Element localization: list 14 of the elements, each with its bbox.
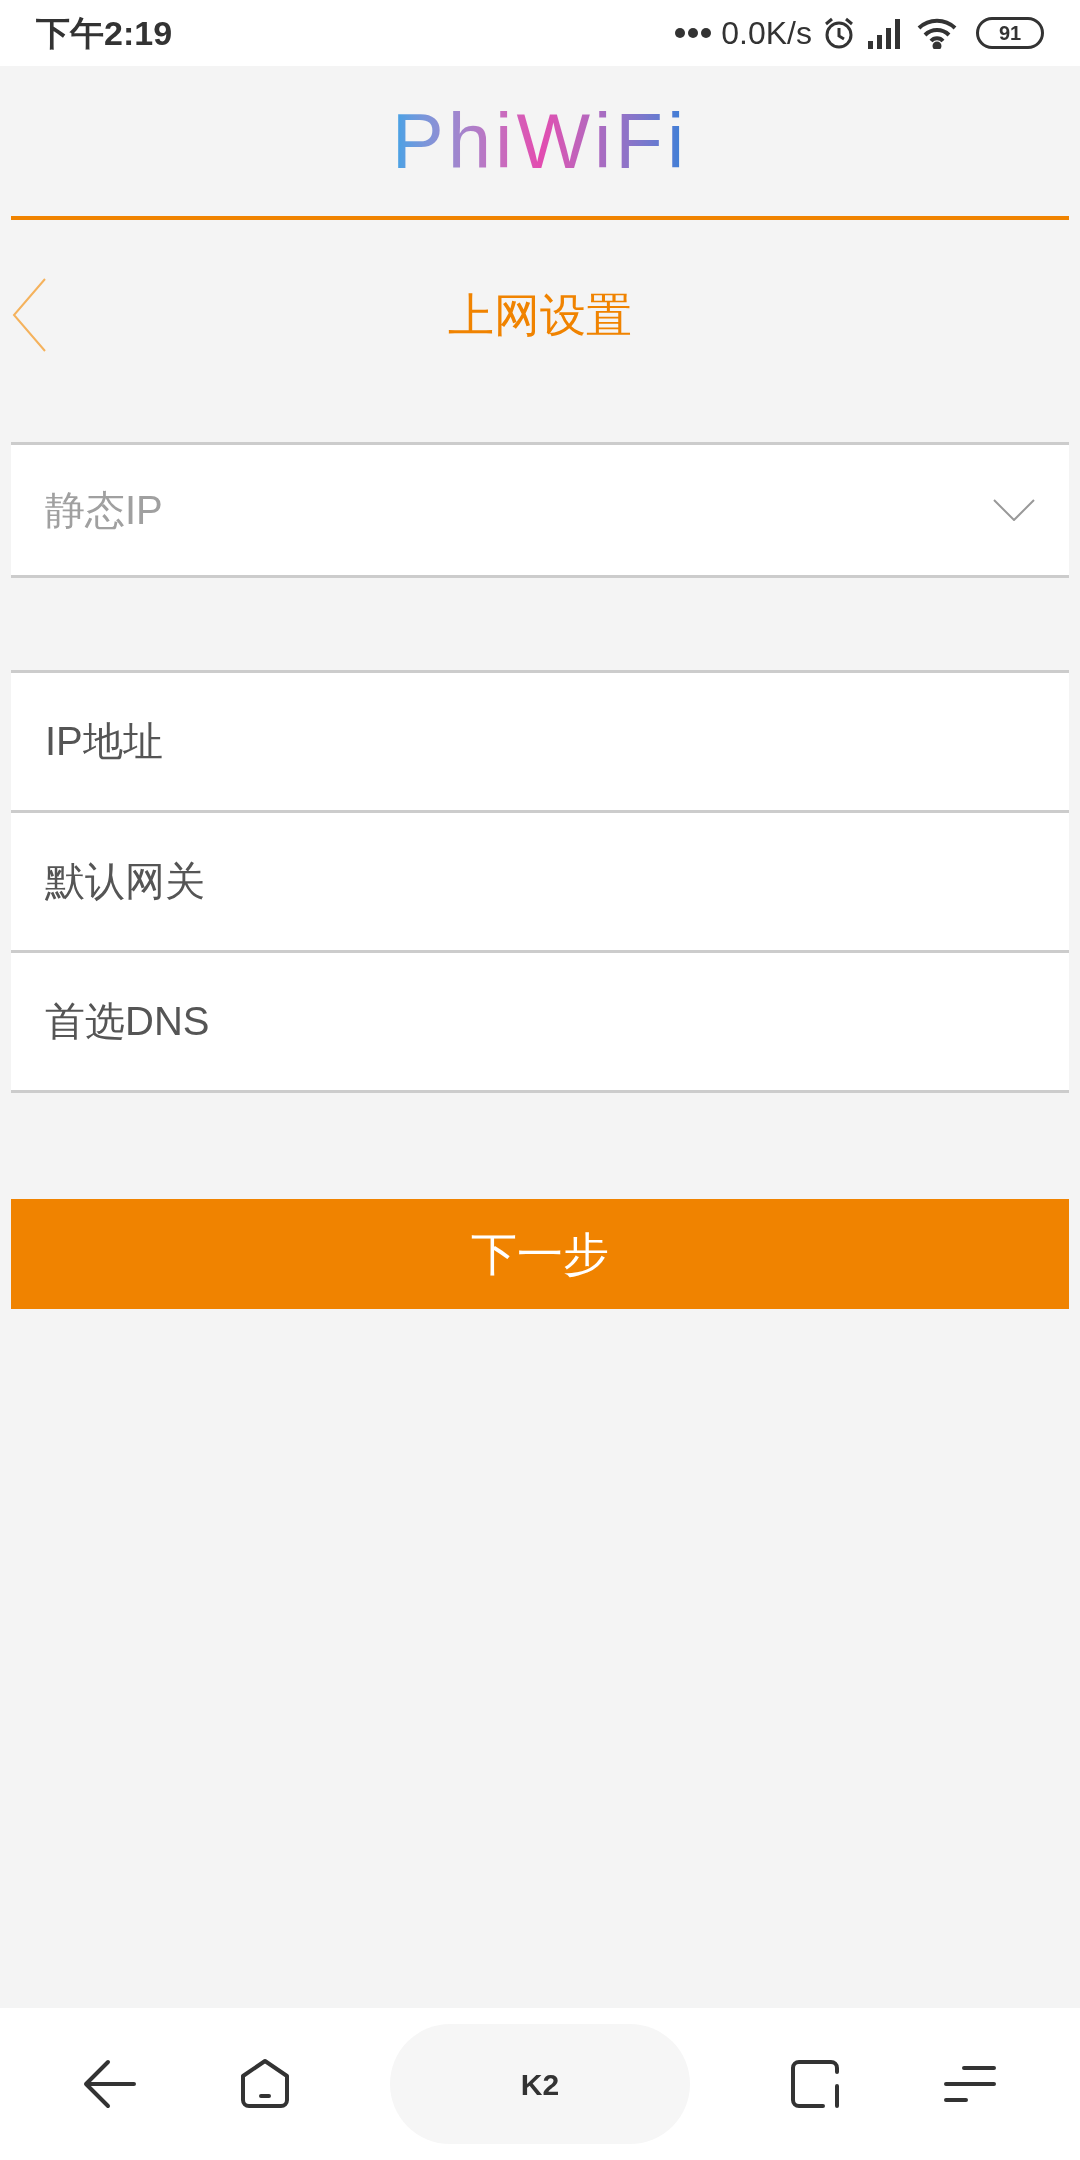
network-speed: 0.0K/s bbox=[721, 14, 812, 53]
connection-type-select[interactable]: 静态IP bbox=[11, 442, 1069, 578]
more-icon bbox=[675, 27, 712, 39]
input-field[interactable]: IP地址 bbox=[11, 673, 1069, 813]
app-switch-button[interactable]: K2 bbox=[390, 2024, 690, 2144]
chevron-down-icon bbox=[993, 499, 1035, 521]
status-time: 下午2:19 bbox=[36, 12, 173, 54]
input-field[interactable]: 首选DNS bbox=[11, 953, 1069, 1093]
next-button[interactable]: 下一步 bbox=[11, 1199, 1069, 1309]
alarm-icon bbox=[822, 16, 856, 50]
input-field[interactable]: 默认网关 bbox=[11, 813, 1069, 953]
wifi-icon bbox=[916, 17, 958, 49]
page-title: 上网设置 bbox=[448, 287, 632, 343]
battery-indicator: 91 bbox=[976, 17, 1044, 49]
